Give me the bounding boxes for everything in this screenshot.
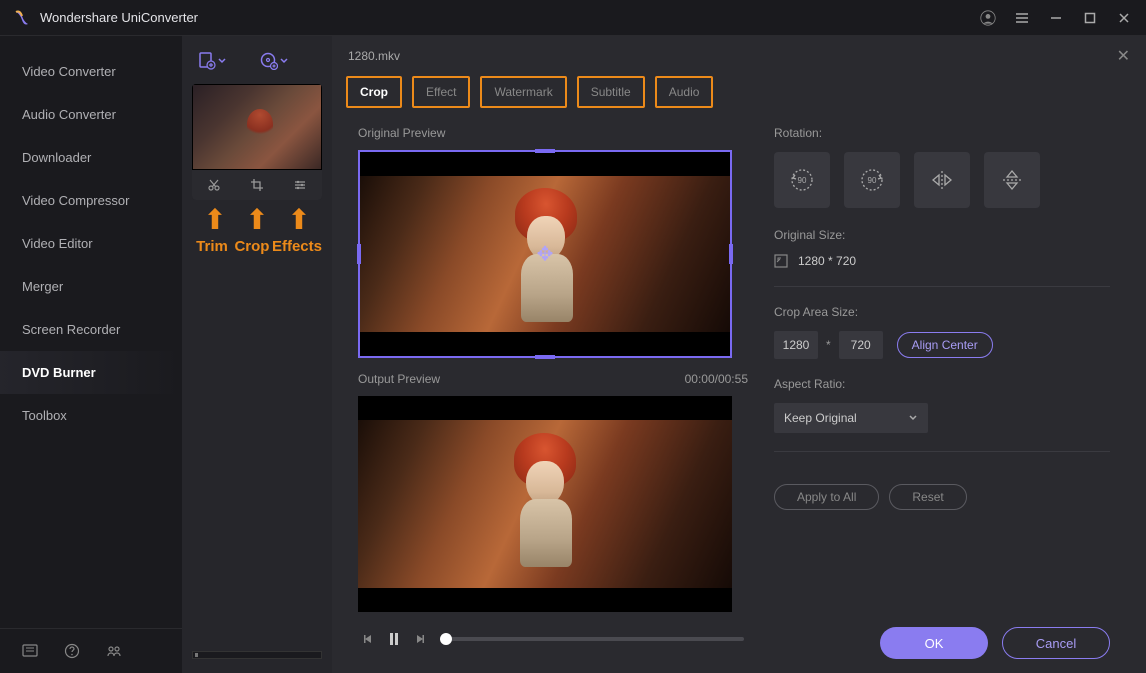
- flip-vertical-button[interactable]: [984, 152, 1040, 208]
- storage-bar: [192, 651, 322, 659]
- tutorial-icon[interactable]: [22, 643, 38, 659]
- svg-text:90: 90: [868, 176, 877, 185]
- add-disc-icon[interactable]: [260, 52, 288, 70]
- playback-time: 00:00/00:55: [685, 372, 748, 386]
- minimize-icon[interactable]: [1048, 10, 1064, 26]
- label-trim: Trim: [192, 238, 232, 255]
- expand-icon[interactable]: [774, 254, 788, 268]
- video-thumbnail-image: [192, 84, 322, 170]
- main-area: Video Converter Audio Converter Download…: [0, 36, 1146, 673]
- arrow-up-icon: ⬆: [245, 206, 268, 234]
- annotation-labels: Trim Crop Effects: [192, 234, 322, 255]
- original-size-value: 1280 * 720: [798, 254, 856, 268]
- rotate-cw-button[interactable]: 90: [844, 152, 900, 208]
- tab-audio[interactable]: Audio: [655, 76, 714, 108]
- crop-icon[interactable]: [250, 178, 264, 192]
- arrow-up-icon: ⬆: [287, 206, 310, 234]
- output-preview-label: Output Preview: [358, 372, 440, 386]
- chevron-down-icon: [908, 413, 918, 423]
- crop-area-label: Crop Area Size:: [774, 305, 1110, 319]
- app-logo-icon: [14, 10, 30, 26]
- sidebar-item-toolbox[interactable]: Toolbox: [0, 394, 182, 437]
- step-forward-icon[interactable]: [414, 633, 428, 645]
- video-frame-output: [358, 420, 732, 588]
- sidebar-item-downloader[interactable]: Downloader: [0, 136, 182, 179]
- reset-button[interactable]: Reset: [889, 484, 966, 510]
- sidebar-item-video-converter[interactable]: Video Converter: [0, 50, 182, 93]
- community-icon[interactable]: [106, 643, 122, 659]
- titlebar: Wondershare UniConverter: [0, 0, 1146, 36]
- svg-text:90: 90: [798, 176, 807, 185]
- annotation-arrows: ⬆ ⬆ ⬆: [192, 202, 322, 234]
- trim-icon[interactable]: [207, 178, 221, 192]
- pause-icon[interactable]: [388, 632, 402, 646]
- sidebar-item-video-compressor[interactable]: Video Compressor: [0, 179, 182, 222]
- aspect-ratio-select[interactable]: Keep Original: [774, 403, 928, 433]
- label-effects: Effects: [272, 238, 322, 255]
- sidebar-item-merger[interactable]: Merger: [0, 265, 182, 308]
- tab-subtitle[interactable]: Subtitle: [577, 76, 645, 108]
- sidebar-item-video-editor[interactable]: Video Editor: [0, 222, 182, 265]
- tab-crop[interactable]: Crop: [346, 76, 402, 108]
- cancel-button[interactable]: Cancel: [1002, 627, 1110, 659]
- add-file-icon[interactable]: [198, 52, 226, 70]
- help-icon[interactable]: [64, 643, 80, 659]
- flip-horizontal-button[interactable]: [914, 152, 970, 208]
- editor-panel: 1280.mkv ✕ Crop Effect Watermark Subtitl…: [332, 36, 1146, 673]
- menu-icon[interactable]: [1014, 10, 1030, 26]
- sidebar-item-audio-converter[interactable]: Audio Converter: [0, 93, 182, 136]
- aspect-ratio-label: Aspect Ratio:: [774, 377, 1110, 391]
- original-size-label: Original Size:: [774, 228, 1110, 242]
- editor-tabs: Crop Effect Watermark Subtitle Audio: [332, 76, 1146, 116]
- rotate-ccw-button[interactable]: 90: [774, 152, 830, 208]
- transport-controls: [358, 626, 748, 652]
- sidebar-item-screen-recorder[interactable]: Screen Recorder: [0, 308, 182, 351]
- editor-close-icon[interactable]: ✕: [1117, 46, 1130, 66]
- app-title: Wondershare UniConverter: [40, 10, 980, 25]
- aspect-ratio-value: Keep Original: [784, 411, 857, 425]
- rotation-label: Rotation:: [774, 126, 1110, 140]
- effects-icon[interactable]: [293, 178, 307, 192]
- close-icon[interactable]: [1116, 10, 1132, 26]
- align-center-button[interactable]: Align Center: [897, 332, 993, 358]
- original-preview-box[interactable]: ✥: [358, 150, 732, 358]
- multiply-symbol: *: [826, 338, 831, 352]
- file-column: ⬆ ⬆ ⬆ Trim Crop Effects: [182, 36, 332, 673]
- preview-column: Original Preview ✥ Output Preview 00:00/…: [332, 116, 764, 673]
- account-icon[interactable]: [980, 10, 996, 26]
- settings-column: Rotation: 90 90 Original Size: 1280 * 72…: [764, 116, 1146, 673]
- tab-effect[interactable]: Effect: [412, 76, 470, 108]
- crop-height-input[interactable]: [839, 331, 883, 359]
- output-preview-box: [358, 396, 732, 612]
- original-preview-label: Original Preview: [358, 126, 445, 140]
- step-back-icon[interactable]: [362, 633, 376, 645]
- tab-watermark[interactable]: Watermark: [480, 76, 566, 108]
- ok-button[interactable]: OK: [880, 627, 988, 659]
- move-cursor-icon: ✥: [537, 242, 554, 267]
- crop-width-input[interactable]: [774, 331, 818, 359]
- editor-filename: 1280.mkv: [348, 49, 400, 63]
- sidebar: Video Converter Audio Converter Download…: [0, 36, 182, 673]
- maximize-icon[interactable]: [1082, 10, 1098, 26]
- sidebar-item-dvd-burner[interactable]: DVD Burner: [0, 351, 182, 394]
- seek-bar[interactable]: [440, 637, 744, 641]
- seek-head[interactable]: [440, 633, 452, 645]
- video-thumbnail-card[interactable]: [192, 84, 322, 200]
- apply-to-all-button[interactable]: Apply to All: [774, 484, 879, 510]
- arrow-up-icon: ⬆: [203, 206, 226, 234]
- label-crop: Crop: [232, 238, 272, 255]
